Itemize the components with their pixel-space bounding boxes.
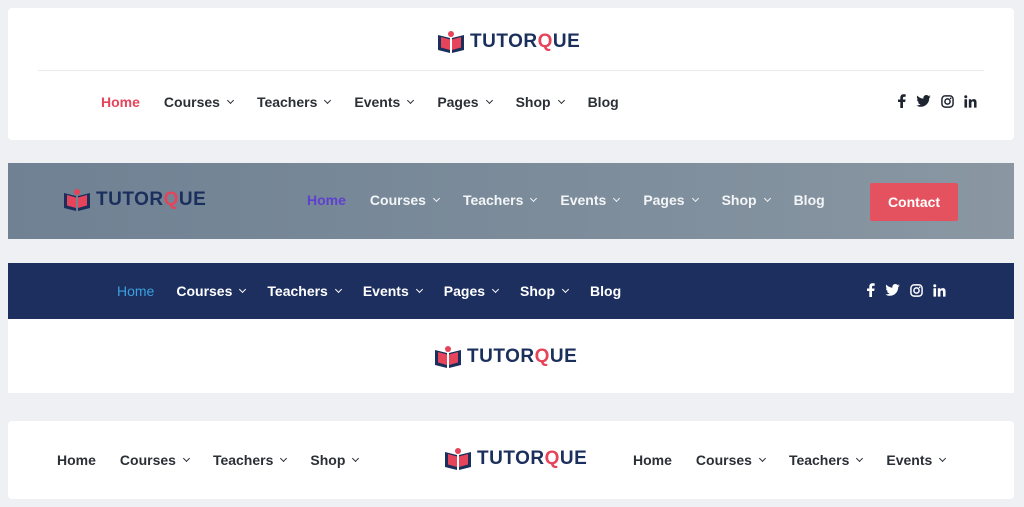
nav-courses[interactable]: Courses: [696, 452, 766, 468]
nav-courses[interactable]: Courses: [120, 452, 190, 468]
nav-home[interactable]: Home: [57, 452, 96, 468]
chevron-down-icon: [407, 96, 415, 105]
social-links: [897, 94, 977, 108]
chevron-down-icon: [613, 194, 621, 203]
nav-blog[interactable]: Blog: [590, 283, 621, 299]
left-nav: Home Courses Teachers Shop: [57, 452, 360, 468]
contact-button[interactable]: Contact: [870, 183, 958, 221]
book-logo-icon: [438, 31, 464, 53]
chevron-down-icon: [691, 194, 699, 203]
linkedin-icon[interactable]: [964, 94, 977, 108]
header-variant-3: Home Courses Teachers Events Pages Shop …: [8, 263, 1014, 393]
nav-courses[interactable]: Courses: [164, 94, 234, 110]
brand-name: TUTORQUE: [96, 189, 207, 210]
chevron-down-icon: [557, 96, 565, 105]
header-variant-4: Home Courses Teachers Shop TUTORQUE Home…: [8, 421, 1014, 499]
main-nav: Home Courses Teachers Events Pages Shop …: [101, 94, 619, 110]
nav-pages[interactable]: Pages: [437, 94, 493, 110]
brand-name: TUTORQUE: [470, 31, 581, 52]
nav-teachers[interactable]: Teachers: [257, 94, 332, 110]
nav-pages[interactable]: Pages: [444, 283, 500, 299]
nav-events[interactable]: Events: [560, 192, 621, 208]
logo[interactable]: TUTORQUE: [433, 345, 577, 369]
nav-teachers[interactable]: Teachers: [267, 283, 342, 299]
nav-shop[interactable]: Shop: [722, 192, 771, 208]
facebook-icon[interactable]: [866, 283, 875, 297]
chevron-down-icon: [280, 454, 288, 463]
chevron-down-icon: [182, 454, 190, 463]
twitter-icon[interactable]: [885, 284, 900, 296]
chevron-down-icon: [324, 96, 332, 105]
twitter-icon[interactable]: [916, 95, 931, 107]
right-nav: Home Courses Teachers Events: [633, 452, 947, 468]
nav-events[interactable]: Events: [363, 283, 423, 299]
nav-teachers[interactable]: Teachers: [789, 452, 864, 468]
divider: [38, 70, 984, 71]
book-logo-icon: [435, 346, 461, 368]
instagram-icon[interactable]: [910, 283, 923, 297]
header-variant-2: TUTORQUE Home Courses Teachers Events Pa…: [8, 163, 1014, 239]
chevron-down-icon: [415, 285, 423, 294]
logo[interactable]: TUTORQUE: [62, 188, 206, 212]
logo[interactable]: TUTORQUE: [436, 30, 580, 54]
chevron-down-icon: [352, 454, 360, 463]
nav-courses[interactable]: Courses: [370, 192, 440, 208]
nav-events[interactable]: Events: [886, 452, 947, 468]
nav-home[interactable]: Home: [101, 94, 140, 110]
nav-teachers[interactable]: Teachers: [213, 452, 288, 468]
nav-home[interactable]: Home: [307, 192, 346, 208]
header-variant-1: TUTORQUE Home Courses Teachers Events Pa…: [8, 8, 1014, 140]
social-links: [866, 283, 946, 297]
logo[interactable]: TUTORQUE: [443, 447, 587, 471]
book-logo-icon: [64, 189, 90, 211]
nav-pages[interactable]: Pages: [643, 192, 699, 208]
nav-shop[interactable]: Shop: [310, 452, 360, 468]
brand-name: TUTORQUE: [467, 346, 578, 367]
chevron-down-icon: [491, 285, 500, 294]
nav-blog[interactable]: Blog: [794, 192, 825, 208]
instagram-icon[interactable]: [941, 94, 954, 108]
book-logo-icon: [445, 448, 471, 470]
chevron-down-icon: [939, 454, 947, 463]
chevron-down-icon: [239, 285, 247, 294]
chevron-down-icon: [758, 454, 766, 463]
nav-home[interactable]: Home: [117, 283, 154, 299]
chevron-down-icon: [334, 285, 342, 294]
main-nav: Home Courses Teachers Events Pages Shop …: [117, 283, 621, 299]
chevron-down-icon: [561, 285, 570, 294]
chevron-down-icon: [856, 454, 864, 463]
nav-blog[interactable]: Blog: [588, 94, 619, 110]
main-nav: Home Courses Teachers Events Pages Shop …: [307, 192, 825, 208]
facebook-icon[interactable]: [897, 94, 906, 108]
chevron-down-icon: [485, 96, 493, 105]
nav-teachers[interactable]: Teachers: [463, 192, 538, 208]
chevron-down-icon: [226, 96, 234, 105]
nav-shop[interactable]: Shop: [520, 283, 570, 299]
chevron-down-icon: [530, 194, 538, 203]
nav-shop[interactable]: Shop: [516, 94, 565, 110]
nav-home[interactable]: Home: [633, 452, 672, 468]
brand-name: TUTORQUE: [477, 448, 588, 469]
chevron-down-icon: [763, 194, 771, 203]
linkedin-icon[interactable]: [933, 283, 946, 297]
chevron-down-icon: [432, 194, 440, 203]
nav-courses[interactable]: Courses: [176, 283, 247, 299]
nav-events[interactable]: Events: [354, 94, 415, 110]
